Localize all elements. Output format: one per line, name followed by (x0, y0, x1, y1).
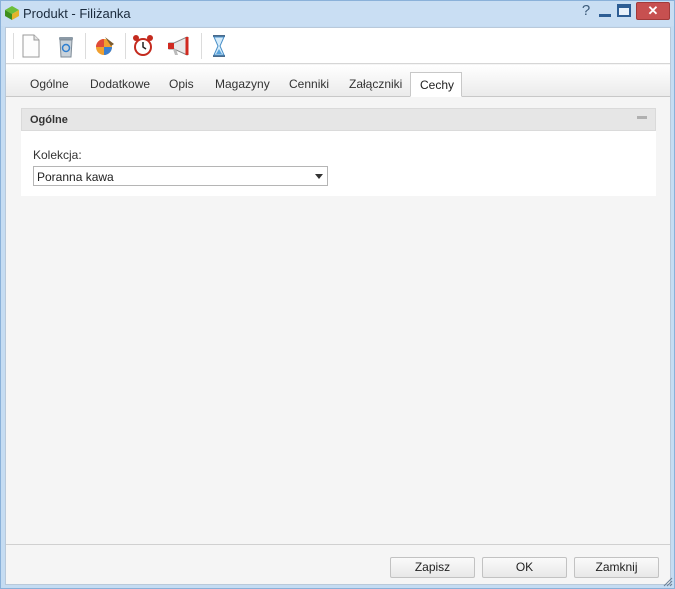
collection-select-value: Poranna kawa (37, 170, 114, 184)
alarm-clock-icon[interactable] (129, 32, 157, 60)
collection-select[interactable]: Poranna kawa (33, 166, 328, 186)
ok-button[interactable]: OK (482, 557, 567, 578)
hourglass-icon[interactable] (205, 32, 233, 60)
panel-header[interactable]: Ogólne (21, 108, 656, 131)
tab-magazyny[interactable]: Magazyny (206, 72, 279, 97)
save-button[interactable]: Zapisz (390, 557, 475, 578)
minimize-button[interactable] (598, 5, 612, 19)
collection-label: Kolekcja: (33, 148, 82, 162)
window-title: Produkt - Filiżanka (23, 6, 131, 21)
tab-ogolne[interactable]: Ogólne (21, 72, 78, 97)
dialog-client-area: Ogólne Dodatkowe Opis Magazyny Cenniki Z… (5, 27, 671, 585)
new-document-icon[interactable] (17, 32, 45, 60)
toolbar-separator (201, 33, 202, 59)
tab-opis[interactable]: Opis (160, 72, 203, 97)
tab-cechy[interactable]: Cechy (410, 72, 462, 97)
tab-cenniki[interactable]: Cenniki (280, 72, 338, 97)
tab-content: Ogólne Kolekcja: Poranna kawa (6, 98, 670, 544)
collapse-icon[interactable] (637, 116, 647, 119)
tab-bar: Ogólne Dodatkowe Opis Magazyny Cenniki Z… (6, 65, 670, 97)
panel-title: Ogólne (30, 114, 68, 126)
megaphone-icon[interactable] (165, 32, 193, 60)
tab-zalaczniki[interactable]: Załączniki (340, 72, 411, 97)
general-panel: Ogólne Kolekcja: Poranna kawa (21, 108, 656, 196)
product-app-icon (5, 6, 19, 20)
toolbar-separator (125, 33, 126, 59)
title-bar[interactable]: Produkt - Filiżanka ? ✕ (1, 1, 674, 26)
dialog-footer: Zapisz OK Zamknij (6, 544, 670, 584)
close-button[interactable]: Zamknij (574, 557, 659, 578)
resize-grip-icon[interactable] (663, 577, 673, 587)
maximize-button[interactable] (617, 4, 631, 17)
toolbar-separator (13, 33, 14, 59)
toolbar-separator (85, 33, 86, 59)
dialog-window: Produkt - Filiżanka ? ✕ Ogólne Dodatkowe… (0, 0, 675, 589)
recycle-bin-icon[interactable] (52, 32, 80, 60)
chevron-down-icon[interactable] (315, 174, 323, 179)
tab-dodatkowe[interactable]: Dodatkowe (81, 72, 159, 97)
paint-icon[interactable] (90, 32, 118, 60)
help-button[interactable]: ? (579, 2, 593, 20)
close-window-button[interactable]: ✕ (636, 2, 670, 20)
toolbar (6, 28, 670, 64)
